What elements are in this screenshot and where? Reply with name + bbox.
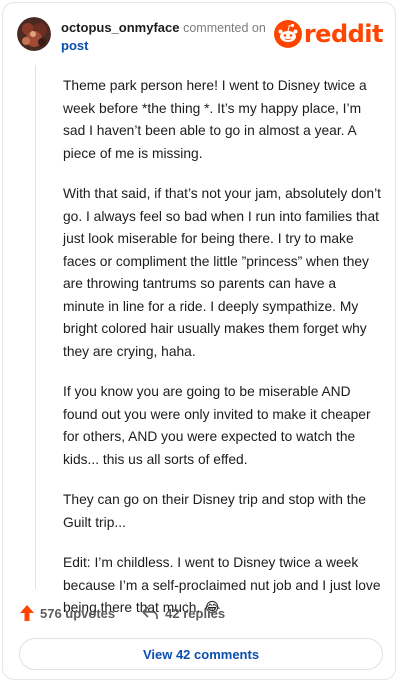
comment-paragraph-2: With that said, if that’s not your jam, …: [63, 186, 382, 359]
reply-count: 42 replies: [165, 605, 226, 621]
comment-paragraph-3: If you know you are going to be miserabl…: [63, 384, 371, 467]
user-avatar-icon[interactable]: [17, 17, 51, 51]
username-link[interactable]: octopus_onmyface: [61, 20, 179, 35]
upvote-button[interactable]: 576 upvotes: [19, 604, 115, 622]
upvote-arrow-icon: [20, 605, 34, 621]
upvote-count: 576 upvotes: [40, 605, 116, 621]
post-link[interactable]: post: [61, 38, 88, 53]
author-line: octopus_onmyface commented on post: [61, 19, 271, 55]
reply-arrow-icon: [142, 606, 158, 619]
comment-paragraph-1: Theme park person here! I went to Disney…: [63, 78, 367, 161]
commented-on-text: commented on: [183, 21, 266, 35]
reddit-logo[interactable]: reddit: [273, 19, 384, 49]
comment-body: Theme park person here! I went to Disney…: [63, 75, 381, 638]
comment-paragraph-4: They can go on their Disney trip and sto…: [63, 492, 366, 530]
replies-button[interactable]: 42 replies: [141, 605, 225, 621]
comment-header: octopus_onmyface commented on post reddi…: [3, 3, 395, 63]
thread-line[interactable]: [35, 65, 36, 589]
comment-footer: 576 upvotes 42 replies: [19, 601, 379, 625]
reddit-wordmark: reddit: [303, 20, 384, 48]
reddit-snoo-icon: [273, 20, 302, 48]
comment-card: octopus_onmyface commented on post reddi…: [2, 2, 396, 680]
view-comments-button[interactable]: View 42 comments: [19, 638, 383, 670]
